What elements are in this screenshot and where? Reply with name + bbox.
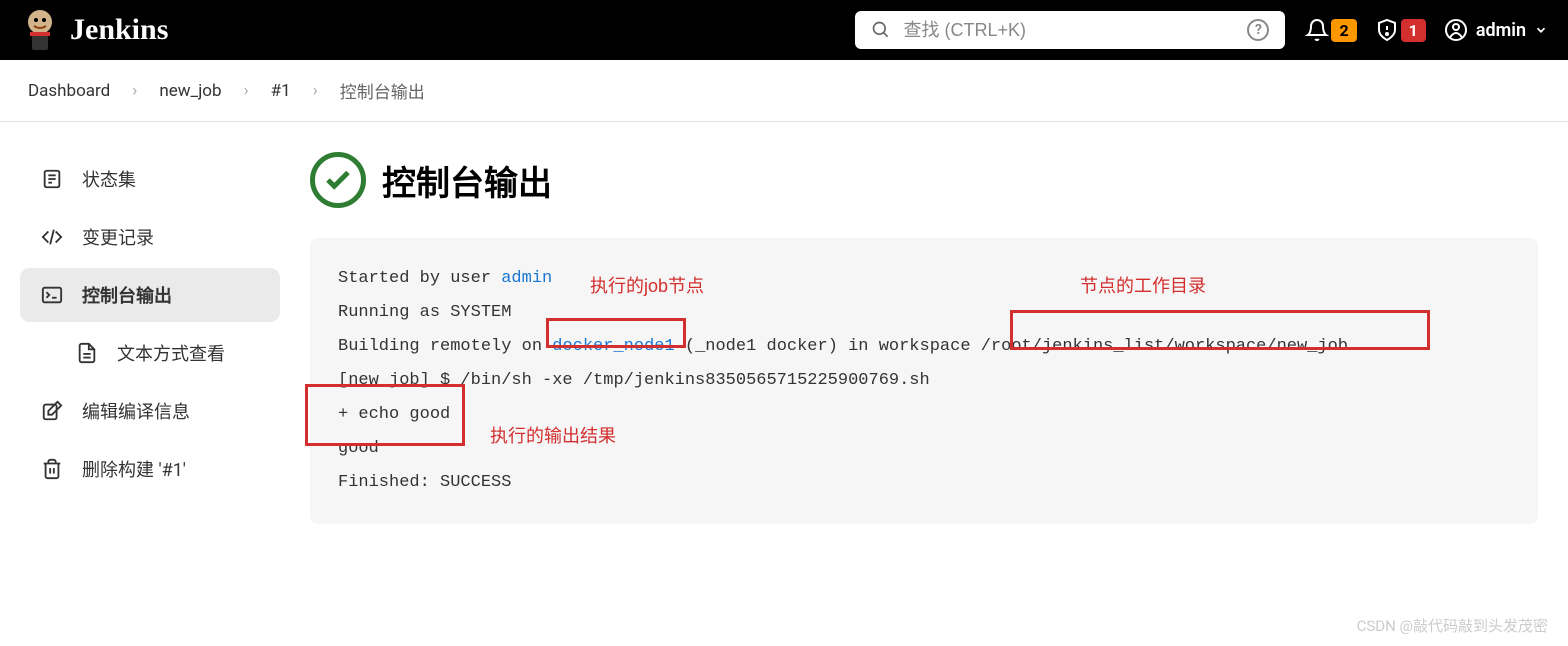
sidebar-item-label: 删除构建 '#1' bbox=[82, 456, 186, 482]
username-label: admin bbox=[1476, 20, 1526, 41]
edit-icon bbox=[40, 400, 64, 422]
breadcrumb-job[interactable]: new_job bbox=[159, 81, 221, 101]
success-icon bbox=[310, 152, 366, 208]
security-alerts-button[interactable]: 1 bbox=[1375, 18, 1426, 42]
search-box[interactable]: ? bbox=[855, 11, 1285, 49]
search-icon bbox=[871, 20, 891, 40]
console-user-link[interactable]: admin bbox=[501, 269, 552, 288]
shield-icon bbox=[1375, 18, 1399, 42]
console-workspace-path: /root/jenkins_list/workspace/new_job bbox=[981, 337, 1348, 356]
console-line: Building remotely on docker_node1 (_node… bbox=[338, 330, 1510, 364]
sidebar-item-label: 编辑编译信息 bbox=[82, 398, 190, 424]
notifications-button[interactable]: 2 bbox=[1305, 18, 1356, 42]
user-icon bbox=[1444, 18, 1468, 42]
breadcrumb-current: 控制台输出 bbox=[340, 78, 425, 103]
chevron-right-icon: › bbox=[132, 81, 137, 101]
console-line: Started by user admin bbox=[338, 262, 1510, 296]
console-node-link[interactable]: docker_node1 bbox=[552, 337, 674, 356]
document-icon bbox=[40, 168, 64, 190]
page-title: 控制台输出 bbox=[382, 156, 552, 205]
breadcrumb-dashboard[interactable]: Dashboard bbox=[28, 81, 110, 101]
sidebar-item-changes[interactable]: 变更记录 bbox=[20, 210, 280, 264]
brand-text: Jenkins bbox=[70, 13, 168, 47]
sidebar: 状态集 变更记录 控制台输出 文本方式查看 编辑编译信息 bbox=[0, 152, 300, 524]
sidebar-item-label: 状态集 bbox=[82, 166, 136, 192]
console-output: Started by user admin Running as SYSTEM … bbox=[310, 238, 1538, 524]
header-bar: Jenkins ? 2 1 admin bbox=[0, 0, 1568, 60]
sidebar-item-label: 文本方式查看 bbox=[117, 340, 225, 366]
sidebar-item-label: 控制台输出 bbox=[82, 282, 172, 308]
sidebar-item-delete-build[interactable]: 删除构建 '#1' bbox=[20, 442, 280, 496]
file-text-icon bbox=[75, 342, 99, 364]
console-line: Finished: SUCCESS bbox=[338, 466, 1510, 500]
chevron-right-icon: › bbox=[313, 81, 318, 101]
watermark: CSDN @敲代码敲到头发茂密 bbox=[1357, 615, 1548, 636]
console-line: Running as SYSTEM bbox=[338, 296, 1510, 330]
sidebar-item-console[interactable]: 控制台输出 bbox=[20, 268, 280, 322]
breadcrumb: Dashboard › new_job › #1 › 控制台输出 bbox=[0, 60, 1568, 122]
jenkins-logo-icon bbox=[20, 6, 60, 54]
console-line: good bbox=[338, 432, 1510, 466]
code-icon bbox=[40, 226, 64, 248]
logo-area[interactable]: Jenkins bbox=[20, 6, 168, 54]
console-line: + echo good bbox=[338, 398, 1510, 432]
user-menu[interactable]: admin bbox=[1444, 18, 1548, 42]
bell-icon bbox=[1305, 18, 1329, 42]
sidebar-item-status[interactable]: 状态集 bbox=[20, 152, 280, 206]
content-area: 控制台输出 Started by user admin Running as S… bbox=[300, 152, 1568, 524]
notification-badge: 2 bbox=[1331, 19, 1356, 42]
trash-icon bbox=[40, 458, 64, 480]
search-input[interactable] bbox=[903, 20, 1235, 41]
sidebar-item-edit-build[interactable]: 编辑编译信息 bbox=[20, 384, 280, 438]
chevron-down-icon bbox=[1534, 23, 1548, 37]
sidebar-item-label: 变更记录 bbox=[82, 224, 154, 250]
terminal-icon bbox=[40, 284, 64, 306]
chevron-right-icon: › bbox=[244, 81, 249, 101]
alert-badge: 1 bbox=[1401, 19, 1426, 42]
sidebar-item-plain-text[interactable]: 文本方式查看 bbox=[20, 326, 280, 380]
console-line: [new_job] $ /bin/sh -xe /tmp/jenkins8350… bbox=[338, 364, 1510, 398]
help-icon[interactable]: ? bbox=[1247, 19, 1269, 41]
breadcrumb-build[interactable]: #1 bbox=[271, 81, 291, 101]
